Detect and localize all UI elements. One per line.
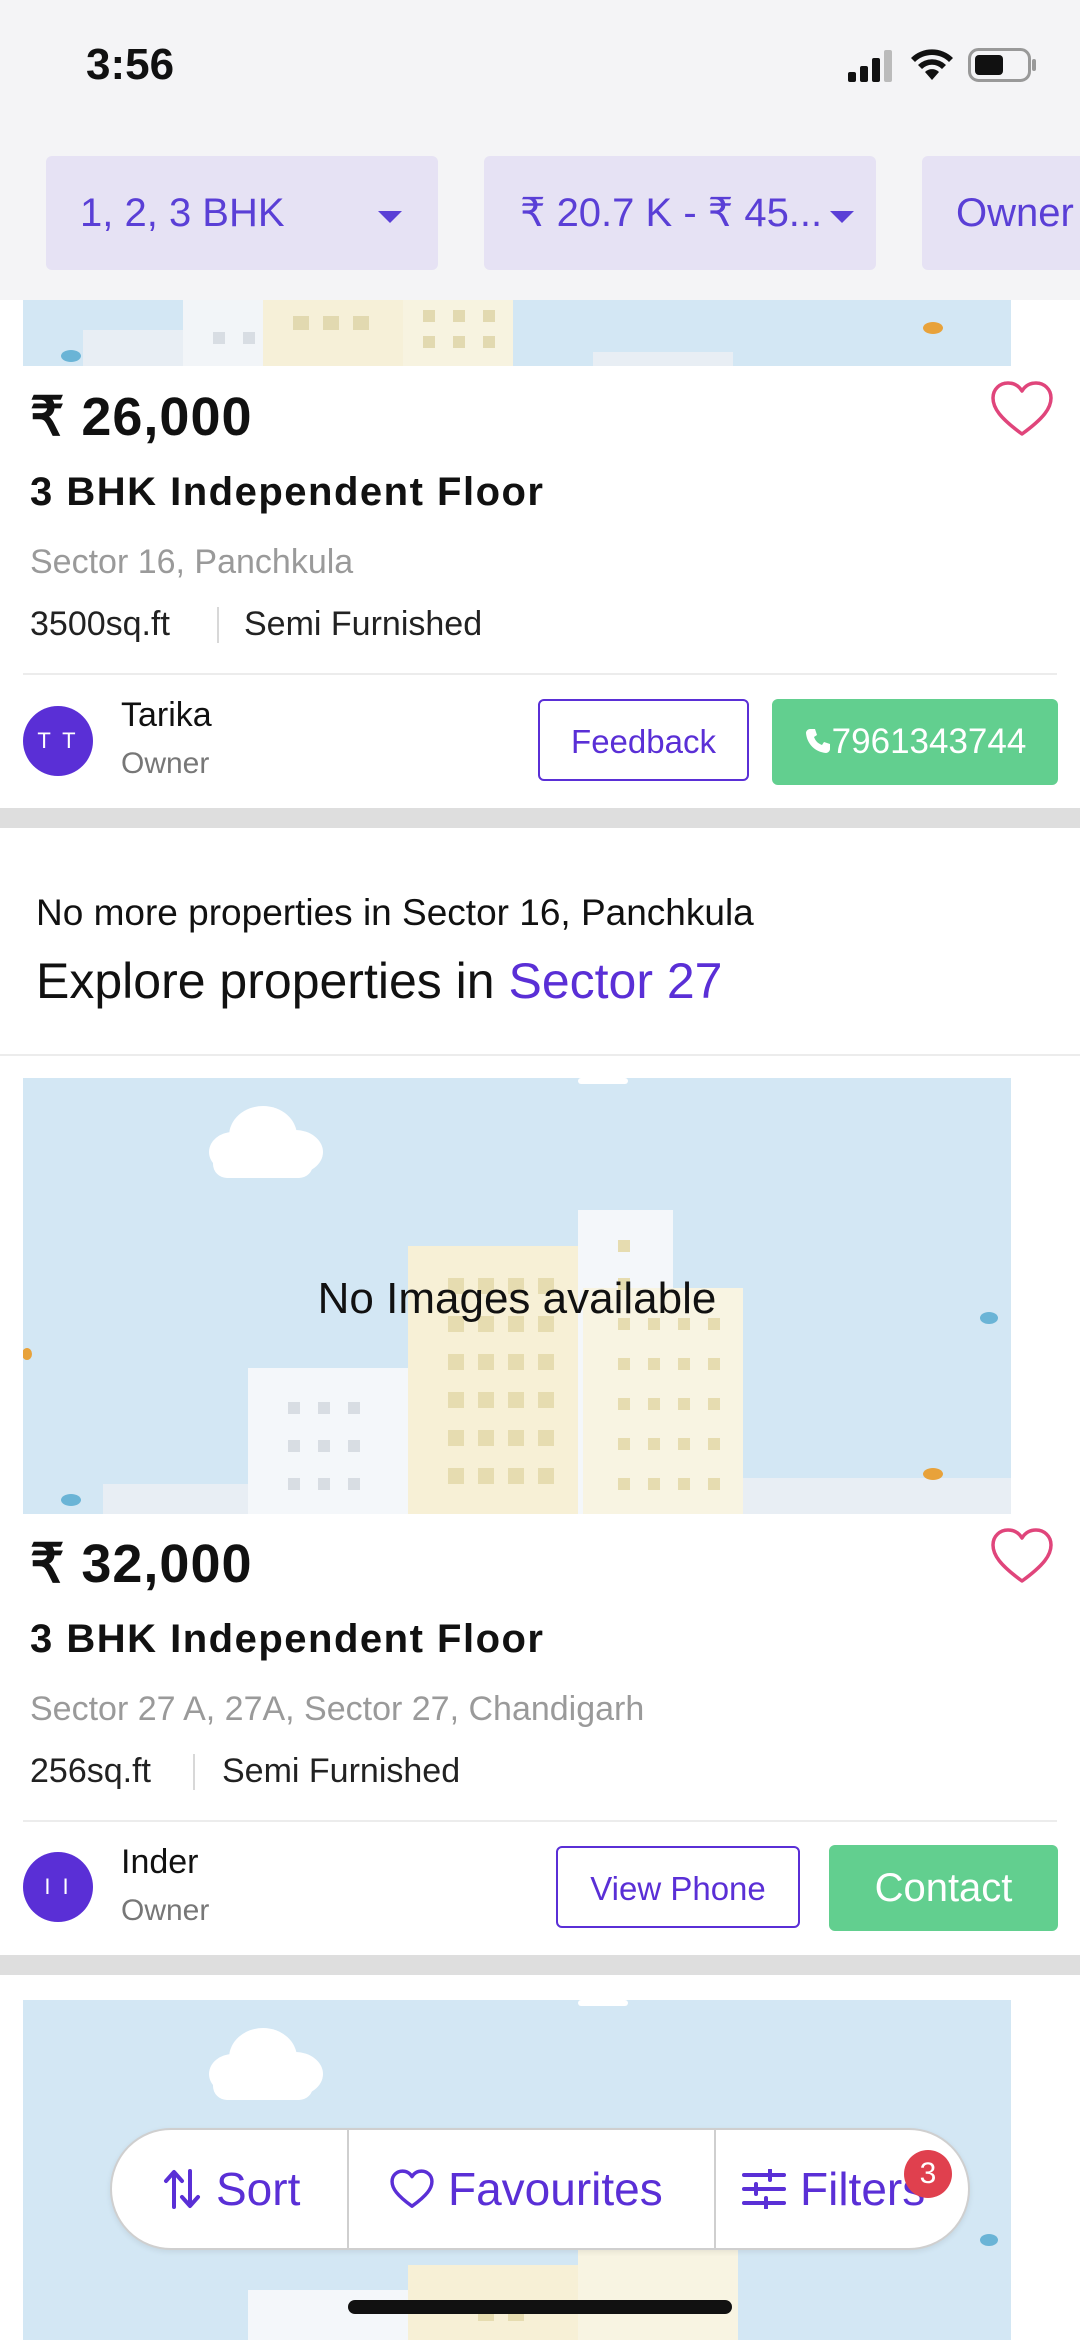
city-illustration xyxy=(61,300,943,366)
section-divider xyxy=(0,1054,1080,1056)
heart-icon xyxy=(390,2169,434,2208)
owner-role: Owner xyxy=(121,747,210,780)
property-area: 256sq.ft xyxy=(30,1752,151,1790)
favourites-label: Favourites xyxy=(448,2163,663,2215)
sliders-icon xyxy=(742,2168,786,2210)
heart-icon[interactable] xyxy=(990,380,1054,438)
filter-bar: 1, 2, 3 BHK ₹ 20.7 K - ₹ 45... Owner xyxy=(0,150,1080,300)
avatar: I I xyxy=(23,1852,93,1922)
property-type: 3 BHK Independent Floor xyxy=(30,1617,545,1661)
bottom-action-bar: Sort Favourites Filters 3 xyxy=(110,2128,970,2250)
posted-by-filter-label: Owner xyxy=(956,191,1074,235)
filters-button[interactable]: Filters xyxy=(742,2130,925,2248)
property-location: Sector 16, Panchkula xyxy=(30,543,354,581)
call-button[interactable]: 7961343744 xyxy=(772,699,1058,785)
cellular-signal-icon xyxy=(848,50,892,82)
owner-name: Tarika xyxy=(121,696,212,734)
meta-separator xyxy=(193,1754,195,1790)
avatar: T T xyxy=(23,706,93,776)
no-more-properties-text: No more properties in Sector 16, Panchku… xyxy=(36,892,754,933)
sort-button[interactable]: Sort xyxy=(162,2130,300,2248)
no-images-text: No Images available xyxy=(317,1274,717,1323)
price-filter-chip[interactable]: ₹ 20.7 K - ₹ 45... xyxy=(484,156,876,270)
status-time: 3:56 xyxy=(86,40,175,89)
bar-separator xyxy=(714,2130,716,2248)
owner-name: Inder xyxy=(121,1843,199,1881)
property-price: ₹ 32,000 xyxy=(30,1534,253,1594)
property-furnishing: Semi Furnished xyxy=(244,605,483,643)
card-divider xyxy=(23,673,1057,675)
bhk-filter-chip[interactable]: 1, 2, 3 BHK xyxy=(46,156,438,270)
contact-button[interactable]: Contact xyxy=(829,1845,1058,1931)
meta-separator xyxy=(217,607,219,643)
card-divider xyxy=(23,1820,1057,1822)
home-indicator[interactable] xyxy=(348,2300,732,2314)
card-gap xyxy=(0,808,1080,828)
price-filter-label: ₹ 20.7 K - ₹ 45... xyxy=(520,191,823,235)
chevron-down-icon xyxy=(830,211,854,223)
property-type: 3 BHK Independent Floor xyxy=(30,470,545,514)
property-furnishing: Semi Furnished xyxy=(222,1752,461,1790)
explore-prefix: Explore properties in xyxy=(36,953,509,1009)
chevron-down-icon xyxy=(378,211,402,223)
property-price: ₹ 26,000 xyxy=(30,387,253,447)
filters-count-badge: 3 xyxy=(904,2150,952,2198)
heart-icon[interactable] xyxy=(990,1527,1054,1585)
call-button-number: 7961343744 xyxy=(831,722,1027,761)
property-location: Sector 27 A, 27A, Sector 27, Chandigarh xyxy=(30,1690,645,1728)
explore-heading: Explore properties in Sector 27 xyxy=(36,952,722,1010)
status-bar: 3:56 xyxy=(0,0,1080,150)
explore-sector-link[interactable]: Sector 27 xyxy=(508,953,722,1009)
favourites-button[interactable]: Favourites xyxy=(390,2130,663,2248)
feedback-button[interactable]: Feedback xyxy=(538,699,749,781)
owner-role: Owner xyxy=(121,1894,210,1927)
battery-icon xyxy=(968,48,1036,82)
wifi-icon xyxy=(911,49,953,80)
view-phone-button[interactable]: View Phone xyxy=(556,1846,800,1928)
property-image-placeholder[interactable] xyxy=(23,300,1011,366)
bar-separator xyxy=(347,2130,349,2248)
sort-label: Sort xyxy=(216,2163,301,2215)
phone-icon xyxy=(805,729,830,753)
property-area: 3500sq.ft xyxy=(30,605,170,643)
card-gap xyxy=(0,1955,1080,1975)
bhk-filter-label: 1, 2, 3 BHK xyxy=(80,191,285,235)
property-image-placeholder[interactable]: No Images available xyxy=(23,1078,1011,1514)
sort-icon xyxy=(164,2169,200,2209)
posted-by-filter-chip[interactable]: Owner xyxy=(922,156,1080,270)
